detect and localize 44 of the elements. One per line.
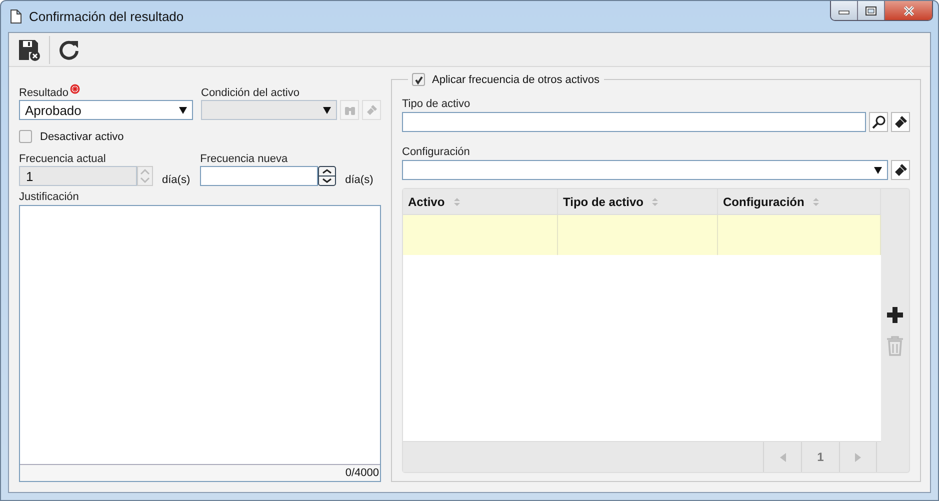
unit-label: día(s) [345, 174, 374, 186]
add-button[interactable] [886, 306, 904, 324]
binoculars-icon [344, 104, 356, 116]
column-header[interactable]: Tipo de activo [558, 189, 718, 214]
field-label: Configuración [402, 146, 471, 159]
binoculars-button[interactable] [340, 100, 359, 120]
search-button[interactable] [869, 112, 888, 132]
checkbox-label: Aplicar frecuencia de otros activos [432, 74, 600, 86]
sort-icon [812, 196, 820, 206]
character-counter: 0/4000 [345, 467, 379, 479]
result-dropdown[interactable]: Aprobado [19, 100, 193, 120]
justification-textarea[interactable]: 0/4000 [19, 205, 381, 482]
field-label: Frecuencia actual [19, 153, 107, 166]
right-arrow-icon [855, 452, 861, 462]
next-page-button[interactable] [839, 442, 877, 472]
checkbox[interactable] [412, 73, 425, 86]
sort-icon [651, 196, 660, 206]
minimize-button[interactable] [831, 1, 858, 20]
close-icon [902, 4, 916, 16]
clear-button[interactable] [891, 160, 910, 180]
checkbox[interactable] [19, 130, 32, 143]
checkbox-label: Desactivar activo [40, 130, 124, 142]
field-label: Frecuencia nueva [200, 153, 289, 166]
sort-icon [452, 196, 461, 206]
asset-type-field[interactable] [402, 112, 866, 132]
column-header[interactable]: Activo [403, 189, 558, 214]
delete-button[interactable] [886, 336, 904, 356]
page-number[interactable]: 1 [801, 442, 839, 472]
window-title: Confirmación del resultado [29, 9, 185, 24]
field-label: Resultado [19, 87, 69, 100]
document-icon [10, 9, 22, 24]
spinner-icon[interactable] [318, 166, 336, 186]
left-arrow-icon [780, 452, 786, 462]
new-frequency-field[interactable] [200, 166, 318, 186]
unit-label: día(s) [162, 174, 190, 186]
field-label: Tipo de activo [402, 98, 472, 111]
close-button[interactable] [885, 1, 932, 20]
maximize-button[interactable] [858, 1, 885, 20]
field-label: Justificación [19, 191, 80, 204]
clear-button[interactable] [891, 112, 910, 132]
brush-icon [366, 104, 378, 116]
column-header[interactable]: Configuración [718, 189, 881, 214]
field-label: Condición del activo [201, 87, 300, 100]
maximize-icon [865, 6, 877, 16]
